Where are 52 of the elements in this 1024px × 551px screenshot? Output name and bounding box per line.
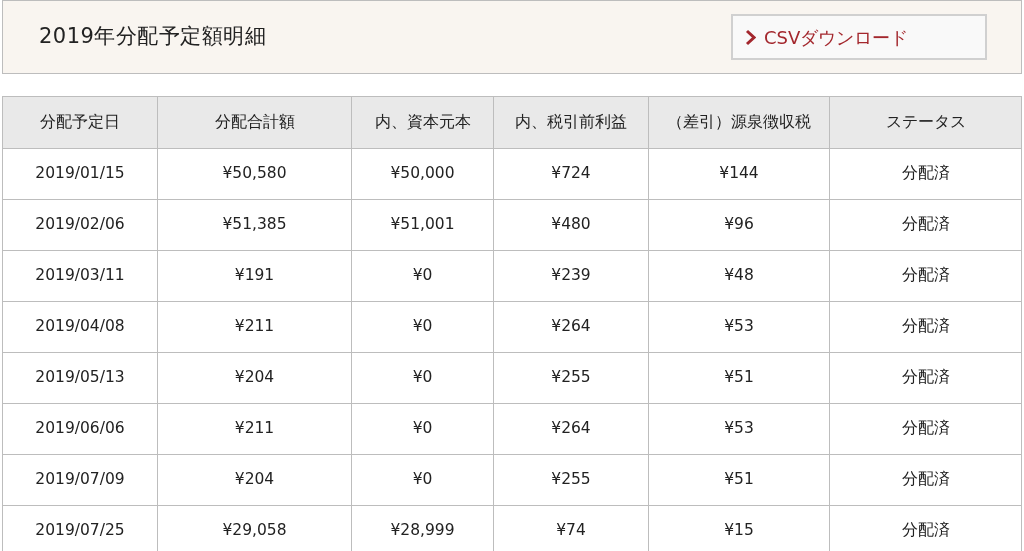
column-header: （差引）源泉徴収税 (648, 96, 830, 149)
table-cell: 2019/03/11 (2, 250, 158, 302)
table-cell: 2019/06/06 (2, 403, 158, 455)
chevron-right-icon (745, 28, 756, 46)
table-cell: ¥51 (648, 454, 830, 506)
table-cell: ¥0 (351, 403, 494, 455)
table-cell: ¥204 (157, 454, 352, 506)
table-cell: 分配済 (829, 403, 1022, 455)
table-cell: ¥264 (493, 403, 649, 455)
table-cell: 分配済 (829, 301, 1022, 353)
column-header: 分配予定日 (2, 96, 158, 149)
table-cell: ¥191 (157, 250, 352, 302)
column-header: 分配合計額 (157, 96, 352, 149)
table-cell: 2019/05/13 (2, 352, 158, 404)
table-cell: ¥51,385 (157, 199, 352, 251)
table-cell: ¥204 (157, 352, 352, 404)
table-cell: ¥211 (157, 301, 352, 353)
table-cell: ¥255 (493, 352, 649, 404)
table-cell: ¥50,000 (351, 148, 494, 200)
table-cell: ¥0 (351, 352, 494, 404)
table-cell: 分配済 (829, 148, 1022, 200)
table-cell: ¥96 (648, 199, 830, 251)
table-cell: 2019/04/08 (2, 301, 158, 353)
table-cell: 分配済 (829, 199, 1022, 251)
table-cell: 2019/07/09 (2, 454, 158, 506)
table-cell: ¥48 (648, 250, 830, 302)
table-cell: ¥53 (648, 403, 830, 455)
table-cell: ¥211 (157, 403, 352, 455)
table-cell: ¥239 (493, 250, 649, 302)
column-header: 内、資本元本 (351, 96, 494, 149)
table-cell: ¥0 (351, 301, 494, 353)
table-cell: ¥53 (648, 301, 830, 353)
table-cell: ¥480 (493, 199, 649, 251)
table-cell: 分配済 (829, 250, 1022, 302)
table-cell: ¥50,580 (157, 148, 352, 200)
table-cell: ¥51,001 (351, 199, 494, 251)
table-cell: 分配済 (829, 454, 1022, 506)
table-cell: ¥724 (493, 148, 649, 200)
column-header: 内、税引前利益 (493, 96, 649, 149)
table-cell: ¥51 (648, 352, 830, 404)
table-cell: ¥144 (648, 148, 830, 200)
page-title: 2019年分配予定額明細 (39, 24, 267, 50)
table-cell: ¥0 (351, 250, 494, 302)
csv-download-button[interactable]: CSVダウンロード (731, 14, 987, 60)
table-cell: 2019/07/25 (2, 505, 158, 551)
table-cell: 分配済 (829, 352, 1022, 404)
table-cell: ¥0 (351, 454, 494, 506)
table-cell: ¥255 (493, 454, 649, 506)
table-cell: 2019/02/06 (2, 199, 158, 251)
table-cell: 2019/01/15 (2, 148, 158, 200)
column-header: ステータス (829, 96, 1022, 149)
table-cell: ¥264 (493, 301, 649, 353)
